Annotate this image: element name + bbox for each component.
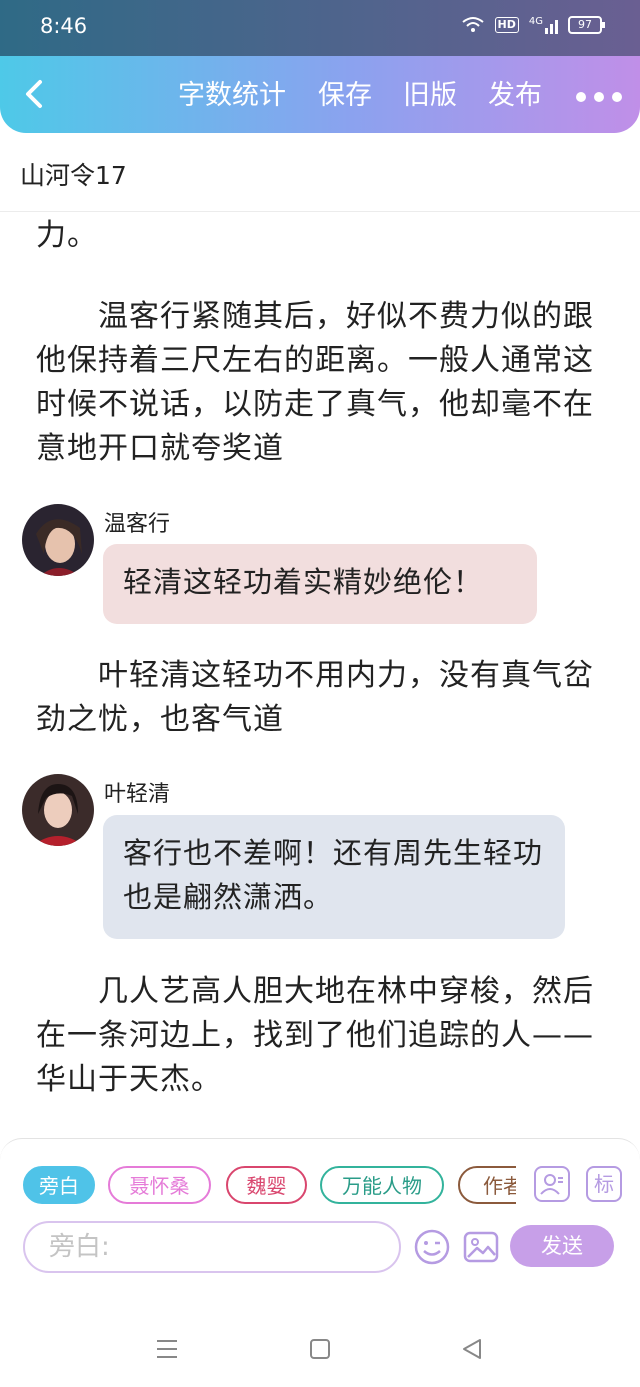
status-time: 8:46: [40, 14, 88, 38]
home-icon[interactable]: [308, 1337, 332, 1361]
speaker-name: 叶轻清: [104, 782, 171, 807]
image-icon[interactable]: [462, 1228, 500, 1266]
paragraph-text: 几人艺高人胆大地在林中穿梭，然后在一条河边上，找到了他们追踪的人——华山于天杰。: [36, 974, 594, 1097]
dialog-bubble[interactable]: 轻清这轻功着实精妙绝伦！: [103, 544, 537, 624]
avatar[interactable]: [22, 504, 94, 576]
status-icons: HD 4G 97: [461, 16, 605, 34]
wifi-icon: [461, 17, 484, 32]
tag-button[interactable]: 标: [586, 1166, 622, 1202]
battery-icon: 97: [568, 16, 605, 34]
character-chip[interactable]: 万能人物: [320, 1166, 444, 1204]
paragraph-text: 力。: [36, 218, 98, 253]
save-button[interactable]: 保存: [318, 80, 372, 112]
divider: [0, 211, 640, 212]
paragraph-text: 温客行紧随其后，好似不费力似的跟他保持着三尺左右的距离。一般人通常这时候不说话，…: [36, 299, 594, 466]
character-chip[interactable]: 作者: [458, 1166, 516, 1204]
publish-button[interactable]: 发布: [488, 80, 542, 112]
word-count-button[interactable]: 字数统计: [178, 80, 286, 112]
paragraph-text: 叶轻清这轻功不用内力，没有真气岔劲之忧，也客气道: [36, 658, 594, 737]
dialog-bubble[interactable]: 客行也不差啊！还有周先生轻功也是翩然潇洒。: [103, 815, 565, 939]
emoji-icon[interactable]: [413, 1228, 451, 1266]
speaker-name: 温客行: [104, 512, 171, 537]
nav-row: 字数统计 保存 旧版 发布: [0, 58, 640, 134]
character-manage-icon[interactable]: [534, 1166, 570, 1202]
system-nav-bar: [0, 1300, 640, 1387]
status-bar: 8:46 HD 4G 97: [0, 0, 640, 56]
send-button[interactable]: 发送: [510, 1225, 614, 1267]
back-arrow-icon[interactable]: [20, 76, 50, 112]
signal-icon: 4G: [529, 16, 558, 34]
avatar[interactable]: [22, 774, 94, 846]
menu-icon[interactable]: [155, 1337, 179, 1361]
chip-scroll-clip: 作者: [458, 1160, 516, 1210]
character-chip-narrator[interactable]: 旁白: [23, 1166, 95, 1204]
character-chip[interactable]: 魏婴: [226, 1166, 307, 1204]
more-options-icon[interactable]: [576, 92, 622, 102]
back-icon[interactable]: [460, 1337, 484, 1361]
hd-icon: HD: [494, 17, 519, 33]
character-chip[interactable]: 聂怀桑: [108, 1166, 211, 1204]
document-title[interactable]: 山河令17: [20, 156, 127, 192]
old-version-button[interactable]: 旧版: [403, 80, 457, 112]
message-input[interactable]: 旁白:: [23, 1221, 401, 1273]
